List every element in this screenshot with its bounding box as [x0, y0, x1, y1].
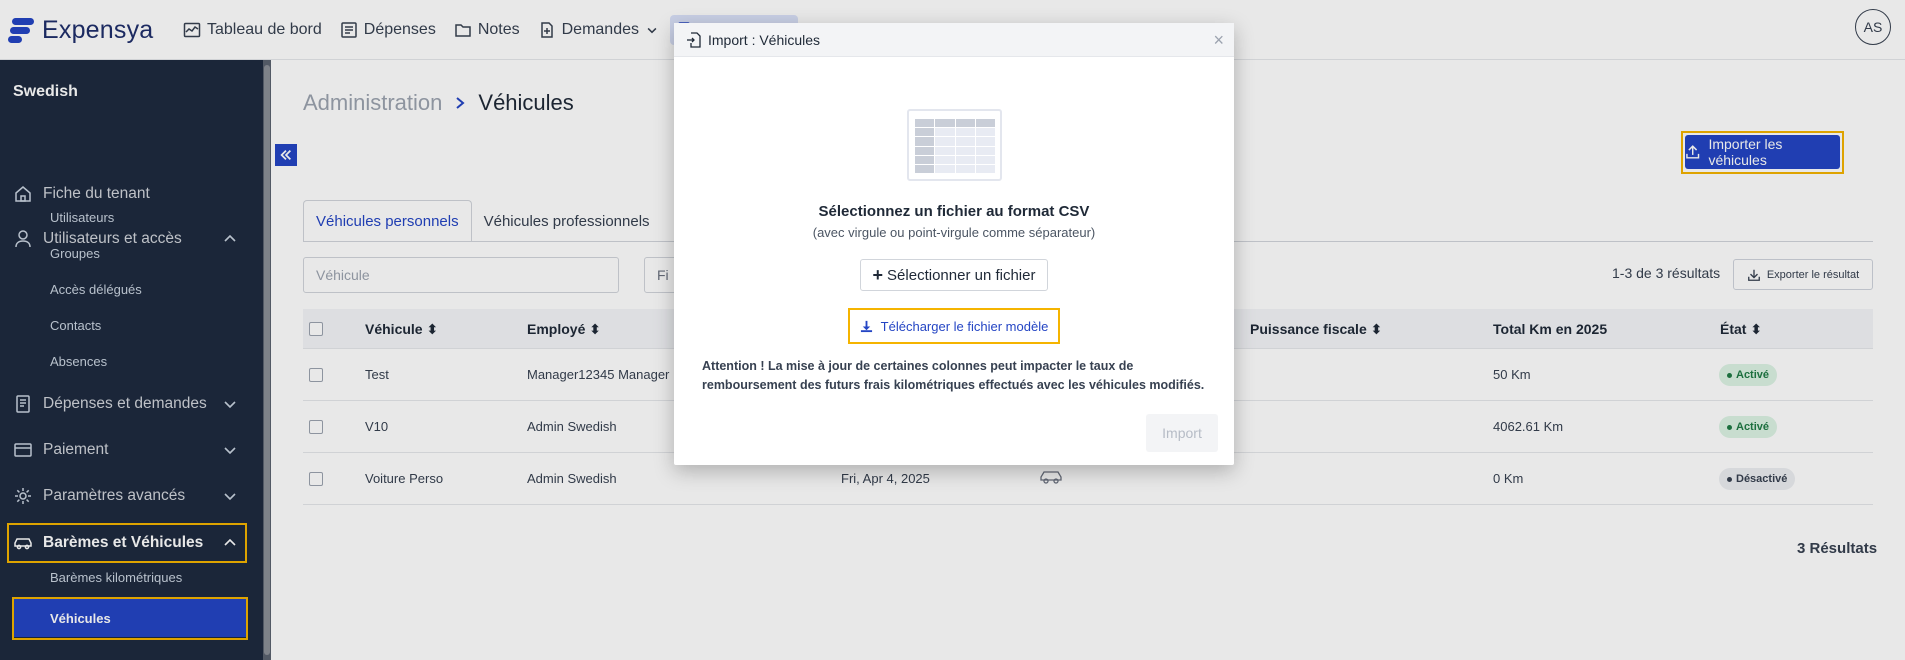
warning-message: Attention ! La mise à jour de certaines … [702, 359, 1205, 392]
modal-header: Import : Véhicules [674, 23, 1234, 57]
select-file-button[interactable]: + Sélectionner un fichier [860, 259, 1048, 291]
import-modal: Import : Véhicules × Sélectionnez un fic… [674, 23, 1234, 465]
plus-icon: + [872, 264, 884, 285]
modal-title: Import : Véhicules [708, 31, 821, 48]
csv-file-icon [907, 109, 1002, 181]
import-submit-button[interactable]: Import [1146, 414, 1218, 452]
close-icon[interactable]: × [1213, 31, 1224, 49]
download-template-link[interactable]: Télécharger le fichier modèle [848, 308, 1060, 344]
download-icon [860, 320, 872, 332]
modal-heading: Sélectionnez un fichier au format CSV [818, 203, 1090, 220]
modal-subheading: (avec virgule ou point-virgule comme sép… [812, 225, 1096, 240]
file-import-icon [687, 31, 701, 48]
download-template-label: Télécharger le fichier modèle [880, 318, 1049, 334]
select-file-label: Sélectionner un fichier [887, 266, 1036, 284]
